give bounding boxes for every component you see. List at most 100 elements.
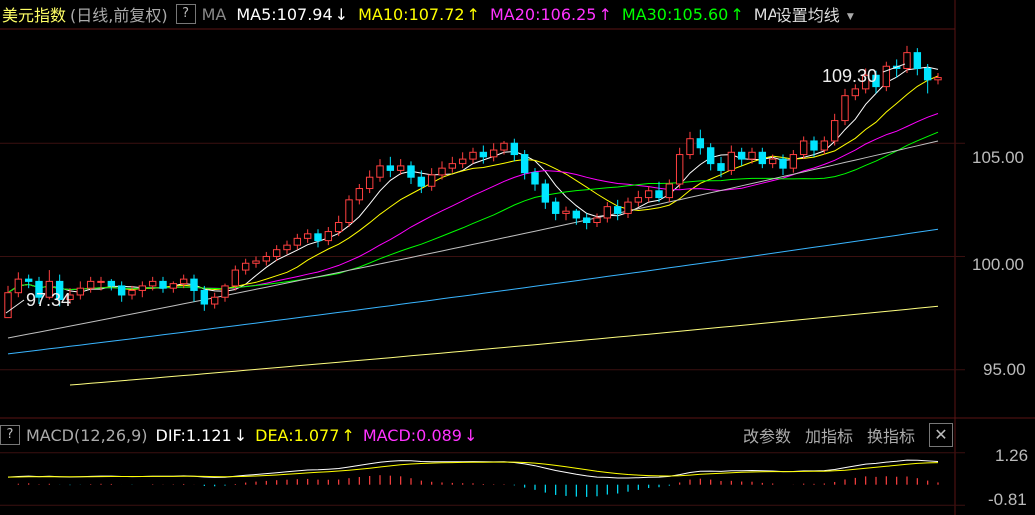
period-label: (日线,前复权) xyxy=(70,6,168,25)
candle-up xyxy=(634,197,643,203)
candle-up xyxy=(748,151,756,160)
candle-up xyxy=(303,233,312,239)
candle-up xyxy=(86,280,95,289)
instrument-title: 美元指数 xyxy=(2,6,67,25)
candle-down xyxy=(117,285,126,296)
macd-text: MACD:0.089 xyxy=(362,425,462,445)
candle-down xyxy=(551,201,560,214)
tick-label-105: 105.00 xyxy=(972,148,1024,167)
candle-up xyxy=(675,154,684,185)
ma60-cut-label: MA6 xyxy=(753,4,776,24)
candle-down xyxy=(541,183,550,203)
macd-down-arrow: ↓ xyxy=(463,425,478,445)
candle-up xyxy=(789,154,798,169)
candle-down xyxy=(613,206,622,214)
candle-up xyxy=(4,292,12,319)
candle-down xyxy=(582,217,591,223)
candle-up xyxy=(324,231,333,242)
candle-up xyxy=(231,269,240,287)
candle-down xyxy=(407,165,415,178)
candle-down xyxy=(706,147,715,165)
candle-up xyxy=(903,52,911,70)
ma-settings-button[interactable]: 设置均线 ▼ xyxy=(776,2,854,26)
add-indicator-button[interactable]: 加指标 xyxy=(805,423,853,447)
candle-up xyxy=(644,190,653,199)
candle-down xyxy=(572,210,581,219)
switch-indicator-button[interactable]: 换指标 xyxy=(867,423,915,447)
candle-down xyxy=(913,52,922,70)
ma10-up-arrow: ↑ xyxy=(466,4,480,24)
candle-down xyxy=(200,289,209,305)
macd-header: ? MACD(12,26,9) DIF:1.121 ↓ DEA:1.077 ↑ MA… xyxy=(0,421,1035,449)
ma20-value: MA20:106.25 ↑ xyxy=(490,5,612,24)
candle-up xyxy=(128,289,136,296)
candle-down xyxy=(810,140,818,151)
candle-down xyxy=(479,151,488,158)
candle-down xyxy=(510,142,519,156)
candle-up xyxy=(355,188,364,201)
candle-up xyxy=(448,163,457,169)
change-params-button[interactable]: 改参数 xyxy=(743,423,791,447)
close-icon[interactable]: ✕ xyxy=(929,423,953,447)
candle-up xyxy=(272,249,281,257)
candle-down xyxy=(531,172,539,185)
candle-up xyxy=(262,255,271,262)
candle-up xyxy=(438,167,446,176)
candle-up xyxy=(686,138,694,156)
chart-header: 美元指数 (日线,前复权) ? MA MA5:107.94 ↓ MA10:107.… xyxy=(0,0,955,28)
candle-up xyxy=(841,95,849,122)
help-button[interactable]: ? xyxy=(175,4,196,24)
candle-up xyxy=(76,287,85,296)
candle-up xyxy=(469,151,477,160)
dea-text: DEA:1.077 xyxy=(255,425,340,445)
candle-up xyxy=(14,278,23,294)
candle-down xyxy=(386,165,395,171)
candle-up xyxy=(283,244,291,251)
candle-up xyxy=(799,140,808,156)
candle-down xyxy=(655,190,663,199)
macd-help-button[interactable]: ? xyxy=(0,425,20,445)
candle-up xyxy=(768,158,777,165)
candle-up xyxy=(210,296,219,305)
candle-down xyxy=(314,233,322,242)
dif-down-arrow: ↓ xyxy=(233,425,248,445)
candle-up xyxy=(851,88,860,97)
candle-up xyxy=(345,199,353,223)
candle-down xyxy=(159,280,167,289)
candle-down xyxy=(758,151,767,165)
tick-label-95: 95.00 xyxy=(983,360,1026,379)
candle-down xyxy=(737,151,746,160)
candle-up xyxy=(624,201,632,214)
candle-up xyxy=(820,140,829,151)
dif-text: DIF:1.121 xyxy=(155,425,232,445)
candle-up xyxy=(148,280,157,287)
ma10-value: MA10:107.72 ↑ xyxy=(358,5,480,24)
candle-up xyxy=(830,120,839,142)
macd-name: MACD(12,26,9) xyxy=(26,425,148,445)
candle-up xyxy=(727,151,736,171)
candle-up xyxy=(221,285,229,298)
candle-down xyxy=(107,280,116,287)
ma5-down-arrow: ↓ xyxy=(334,4,349,24)
candle-down xyxy=(520,154,529,174)
candle-down xyxy=(717,163,725,171)
dea-up-arrow: ↑ xyxy=(341,425,355,445)
candle-down xyxy=(779,158,787,169)
ma30-up-arrow: ↑ xyxy=(730,4,744,24)
candle-up xyxy=(293,237,302,246)
candle-up xyxy=(138,285,147,291)
ma30-text: MA30:105.60 xyxy=(621,4,729,24)
candle-up xyxy=(593,217,601,223)
tick-label-100: 100.00 xyxy=(972,255,1024,274)
candle-up xyxy=(252,260,260,264)
dea-value: DEA:1.077 ↑ xyxy=(255,426,355,445)
chevron-down-icon: ▼ xyxy=(846,11,854,22)
low-price-label: 97.34 xyxy=(26,290,71,310)
candle-up xyxy=(458,158,467,165)
candle-up xyxy=(500,142,508,151)
candle-down xyxy=(696,138,705,149)
ma30-value: MA30:105.60 ↑ xyxy=(622,5,744,24)
candle-up xyxy=(169,283,178,289)
candle-up xyxy=(365,176,374,190)
candle-up xyxy=(603,206,612,219)
